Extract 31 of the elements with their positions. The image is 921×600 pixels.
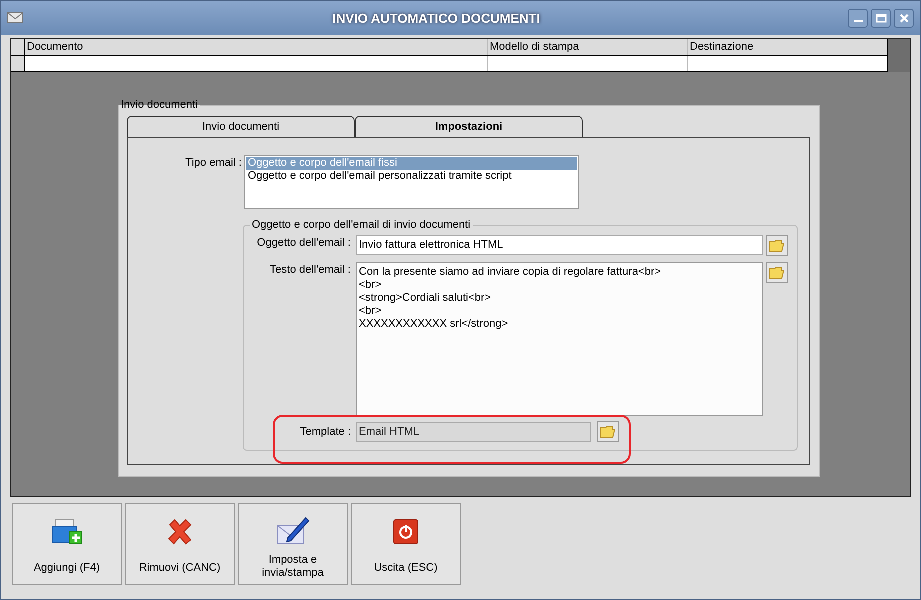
field-label: Template : bbox=[299, 426, 351, 438]
column-header: Modello di stampa bbox=[488, 39, 688, 55]
field-label: Oggetto dell'email : bbox=[256, 236, 351, 249]
toolbar-button[interactable]: Rimuovi (CANC) bbox=[125, 503, 235, 585]
group-title: Oggetto e corpo dell'email di invio documenti bbox=[251, 219, 472, 231]
toolbar-button[interactable]: Imposta e invia/stampa bbox=[238, 503, 348, 585]
tab[interactable]: Invio documenti bbox=[127, 116, 355, 137]
row-selector[interactable] bbox=[11, 56, 25, 71]
panel-title: Invio documenti bbox=[120, 99, 200, 111]
table-edge-strip bbox=[888, 39, 910, 72]
column-header: Documento bbox=[25, 39, 488, 55]
toolbar-button[interactable]: Aggiungi (F4) bbox=[12, 503, 122, 585]
column-header: Destinazione bbox=[689, 40, 755, 55]
close-icon bbox=[898, 12, 910, 24]
window-title: INVIO AUTOMATICO DOCUMENTI bbox=[332, 10, 542, 26]
field-label: Tipo email : bbox=[184, 156, 242, 169]
tab[interactable]: Impostazioni bbox=[355, 116, 583, 137]
toolbar-button[interactable]: Uscita (ESC) bbox=[351, 503, 461, 585]
maximize-icon bbox=[876, 12, 886, 24]
subject-field[interactable]: Invio fattura elettronica HTML bbox=[356, 235, 763, 255]
power-icon bbox=[393, 519, 419, 545]
minimize-button[interactable] bbox=[848, 8, 868, 28]
field-label: Testo dell'email : bbox=[269, 263, 351, 276]
folder-plus-icon bbox=[51, 517, 83, 547]
list-item[interactable]: Oggetto e corpo dell'email personalizzati tramite script bbox=[246, 170, 577, 183]
email-type-list[interactable]: Oggetto e corpo dell'email fissi Oggetto e corpo dell'email personalizzati tramite script bbox=[244, 155, 579, 209]
minimize-icon bbox=[854, 20, 862, 22]
body-field[interactable]: Con la presente siamo ad inviare copia di regolare fattura<br> <br> <strong>Cordiali saluti<br> <br> XXXXXXXXXXXX srl</strong> bbox=[356, 262, 763, 416]
envelope-icon bbox=[7, 11, 25, 25]
maximize-button[interactable] bbox=[871, 8, 891, 28]
close-button[interactable] bbox=[894, 8, 914, 28]
